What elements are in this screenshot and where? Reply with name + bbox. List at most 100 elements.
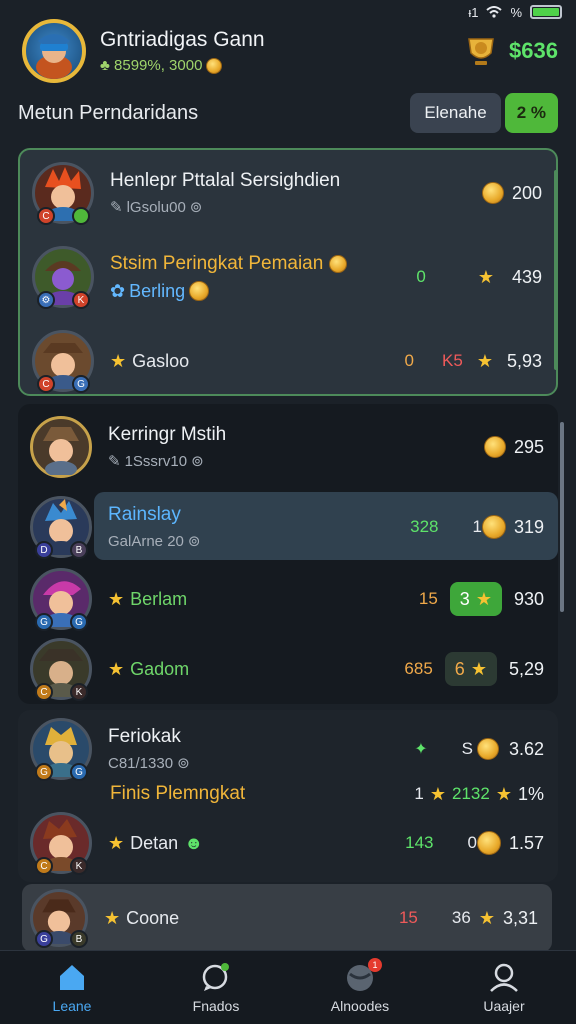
leaderboard-group-2: Kerringr Mstih ✎ 1Sssrv10 ⊚ 295 D B Rain… (18, 404, 564, 704)
nav-home[interactable]: Leane (0, 951, 144, 1024)
list-item[interactable]: C K ★ Detan ☻ 143 0 1.57 (30, 808, 544, 878)
rank-badge-icon: ⚙ (37, 291, 55, 309)
status-badge-icon: K (70, 683, 88, 701)
star-icon: ★ (475, 588, 492, 609)
bottom-nav: Leane Fnados 1 Alnoodes Uaajer (0, 950, 576, 1024)
player-name: Rainslay (108, 504, 181, 525)
player-score: 3.62 (508, 738, 544, 759)
home-icon (60, 964, 84, 990)
player-avatar (30, 416, 92, 478)
scrollbar[interactable] (560, 422, 564, 612)
sparkle-icon: ✦ (414, 741, 428, 758)
player-avatar: C K (30, 638, 92, 701)
section-header: Metun Perndaridans Elenahe 2 % (18, 92, 558, 134)
alerts-icon-wrap: 1 (344, 957, 382, 992)
controller-icon: ✎ (110, 199, 123, 216)
player-name: Detan (130, 832, 179, 853)
filter-button[interactable]: Elenahe (410, 93, 501, 133)
list-item[interactable]: D B Rainslay GalArne 20 ⊚ 328 1 319 (30, 492, 544, 562)
player-name: Gadom (130, 658, 190, 679)
player-badge-text: K5 (442, 351, 463, 370)
player-avatar: C K (30, 812, 92, 875)
star-icon: ★ (495, 783, 512, 804)
player-avatar: C (32, 162, 94, 225)
player-name: Feriokak (108, 726, 181, 747)
player-avatar: D B (30, 496, 92, 559)
star-icon: ★ (108, 658, 125, 679)
player-avatar: G G (30, 718, 92, 781)
user-avatar[interactable] (22, 19, 86, 83)
list-item[interactable]: C G ★ Gasloo 0 K5 ★ 5,93 (32, 326, 542, 396)
verified-icon: ⊚ (191, 453, 204, 470)
player-meta: GalArne 20 (108, 532, 184, 550)
nav-alerts[interactable]: 1 Alnoodes (288, 951, 432, 1024)
profile-header: Gntriadigas Gann ♣ 8599%, 3000 $636 (22, 18, 558, 84)
player-avatar: C G (32, 330, 94, 393)
player-rank-change: S (461, 739, 473, 758)
nav-label: Uaajer (483, 997, 525, 1014)
caption-position: 1 (414, 784, 424, 803)
player-subtitle: ✎ lGsolu00 ⊚ (110, 198, 482, 217)
rank-badge-icon: G (35, 613, 53, 631)
caption-score: 1% (517, 783, 544, 804)
list-item[interactable]: C K ★ Gadom 685 6 ★ 5,29 (30, 634, 544, 704)
coin-icon (481, 182, 504, 204)
section-title: Metun Perndaridans (18, 101, 199, 124)
currency-balance: $636 (509, 38, 558, 63)
rank-badge-icon: G (35, 763, 53, 781)
smiley-icon: ☻ (184, 832, 204, 853)
user-icon (490, 963, 518, 992)
player-name-row: ★ Berlam (108, 589, 419, 610)
player-name-row: ★ Detan ☻ (108, 833, 405, 854)
coin-icon (476, 831, 501, 855)
coin-icon (206, 57, 223, 74)
status-badge-icon: B (70, 541, 88, 559)
rank-badge-icon: C (35, 683, 53, 701)
player-name-row: ★ Gadom (108, 659, 404, 680)
list-item[interactable]: G B ★ Coone 15 36 ★ 3,31 (30, 884, 538, 952)
status-badge-icon: G (72, 375, 90, 393)
list-item[interactable]: C Henlepr Pttalal Sersighdien ✎ lGsolu00… (32, 158, 542, 228)
rank-pill-value: 3 (459, 588, 470, 609)
bell-icon: ✿ (110, 280, 126, 301)
player-subtitle: ✿ Berling (110, 281, 416, 302)
player-stats-text: ♣ 8599%, 3000 (100, 57, 203, 74)
hero-avatar-icon (36, 34, 72, 79)
username: Gntriadigas Gann (100, 28, 265, 51)
player-score: 1.57 (508, 832, 544, 853)
nav-label: Alnoodes (330, 997, 390, 1014)
filter-value-button[interactable]: 2 % (504, 93, 558, 133)
player-rank-change: 685 (404, 659, 433, 678)
coin-icon (189, 281, 210, 301)
nav-friends[interactable]: Fnados (144, 951, 288, 1024)
star-icon: ★ (108, 832, 125, 853)
rank-pill: 6 ★ (444, 652, 497, 686)
wifi-icon (486, 6, 503, 18)
player-rank-change: 328 (410, 517, 439, 536)
leaderboard-group-1: C Henlepr Pttalal Sersighdien ✎ lGsolu00… (18, 148, 558, 396)
coin-icon (329, 254, 348, 273)
player-avatar: G B (30, 889, 88, 948)
player-avatar: ⚙ K (32, 246, 94, 309)
nav-user[interactable]: Uaajer (432, 951, 576, 1024)
player-stats: ♣ 8599%, 3000 (100, 57, 463, 74)
nav-label: Leane (52, 997, 92, 1014)
player-name: Kerringr Mstih (108, 424, 227, 445)
list-item[interactable]: G G ★ Berlam 15 3 ★ 930 (30, 564, 544, 634)
player-name: Stsim Peringkat Pemaian (110, 252, 324, 274)
player-rank-change: 15 (418, 589, 438, 608)
player-score: 439 (511, 266, 542, 287)
rank-badge-icon: C (37, 375, 55, 393)
scrollbar[interactable] (554, 170, 558, 370)
player-position: 36 (451, 908, 471, 927)
player-name-row: Stsim Peringkat Pemaian (110, 253, 416, 275)
player-meta: Berling (129, 280, 186, 301)
player-name: Gasloo (132, 350, 190, 371)
chat-icon (202, 962, 229, 991)
status-badge-icon: G (70, 613, 88, 631)
rank-pill-value: 6 (454, 658, 465, 679)
player-score: 295 (513, 436, 544, 457)
list-item[interactable]: Kerringr Mstih ✎ 1Sssrv10 ⊚ 295 (30, 412, 544, 482)
coin-icon (481, 515, 506, 539)
list-item[interactable]: ⚙ K Stsim Peringkat Pemaian ✿ Berling 0 … (32, 242, 542, 312)
